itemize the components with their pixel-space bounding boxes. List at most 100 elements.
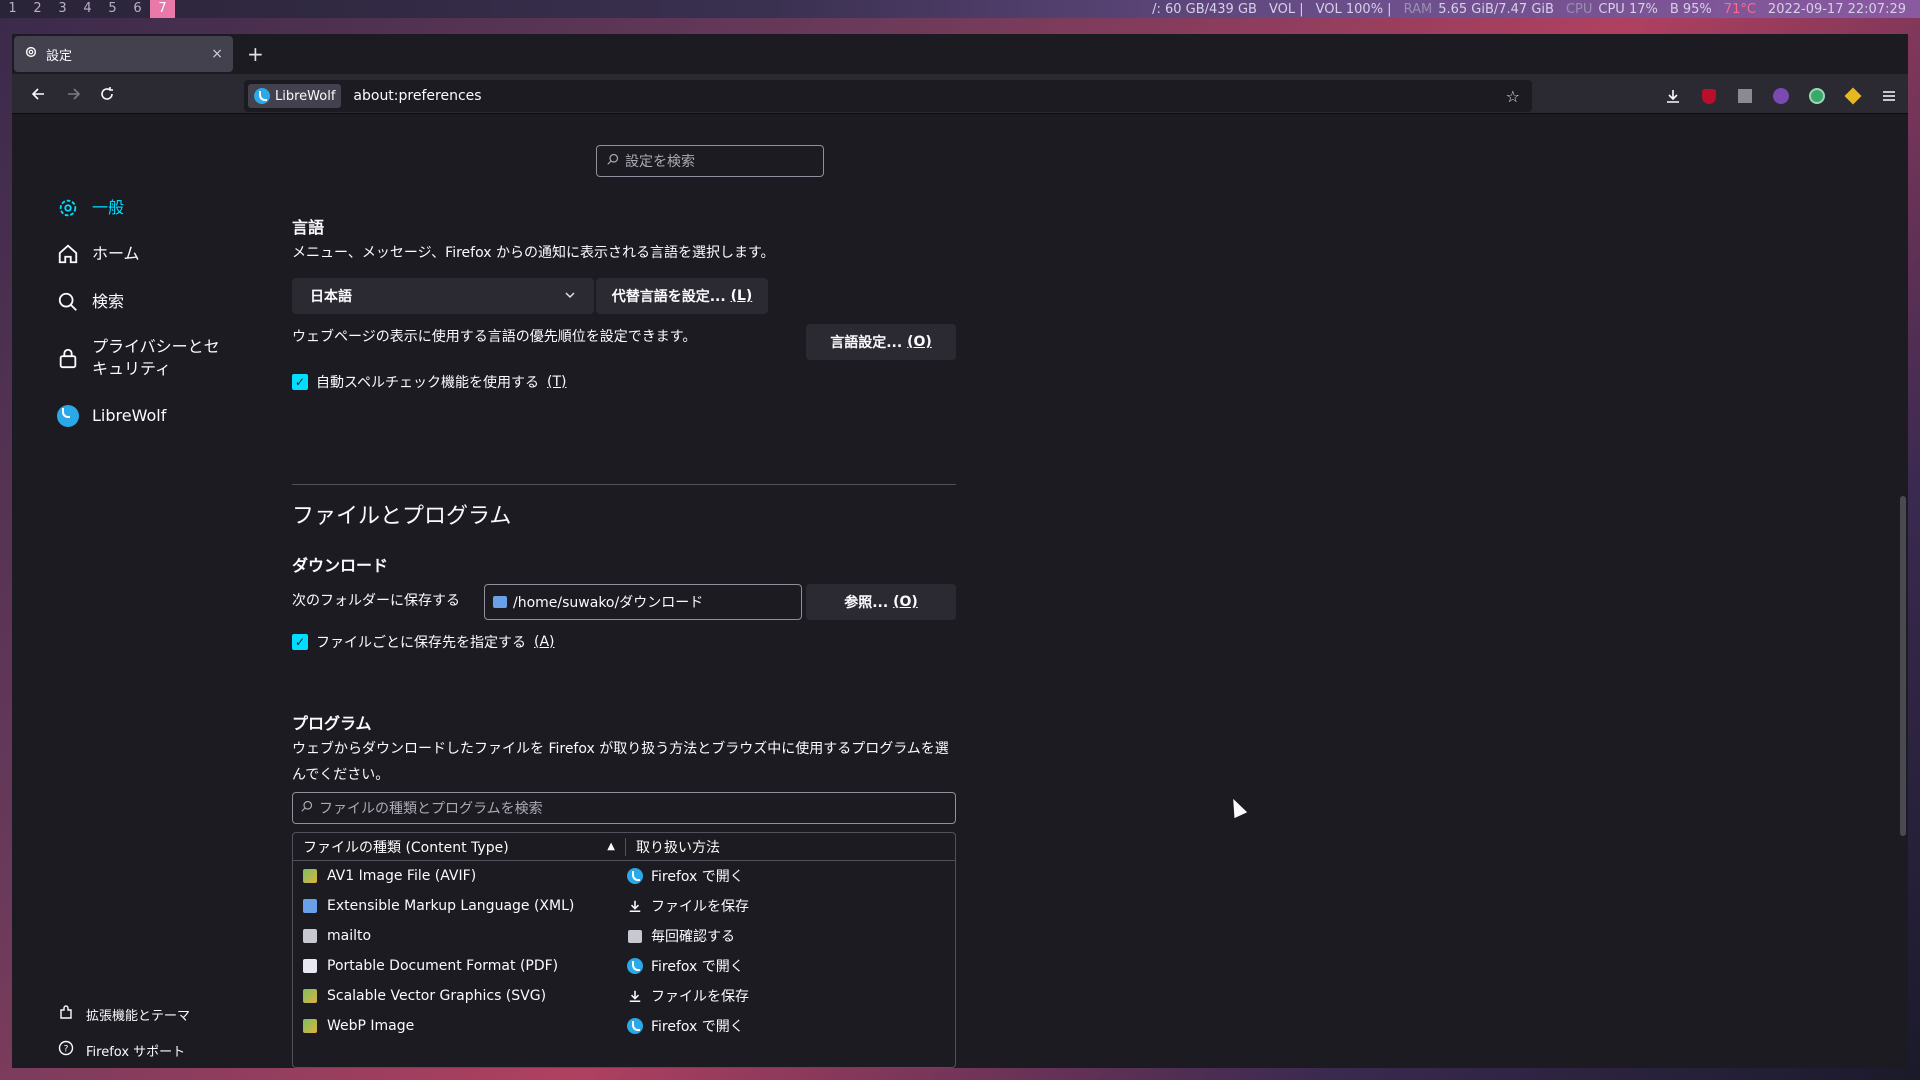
new-tab-button[interactable]: + bbox=[247, 42, 264, 66]
ram-status: 5.65 GiB/7.47 GiB bbox=[1438, 1, 1554, 17]
sidebar-item-privacy[interactable]: プライバシーとセキュリティ bbox=[56, 336, 232, 380]
tor-extension-icon[interactable] bbox=[1770, 85, 1792, 107]
tab-settings[interactable]: 設定 × bbox=[14, 36, 233, 72]
workspace-4[interactable]: 4 bbox=[75, 0, 100, 18]
ask-save-location-checkbox[interactable]: ✓ bbox=[292, 634, 308, 650]
language-selected: 日本語 bbox=[310, 289, 352, 305]
table-row[interactable]: WebP Image Firefox で開く bbox=[293, 1011, 955, 1041]
web-language-description: ウェブページの表示に使用する言語の優先順位を設定できます。 bbox=[292, 329, 697, 345]
forward-arrow-icon bbox=[68, 87, 81, 100]
browse-label: 参照... bbox=[844, 595, 889, 611]
language-settings-label: 言語設定... bbox=[830, 335, 903, 351]
sidebar-item-librewolf[interactable]: LibreWolf bbox=[56, 404, 232, 428]
back-button[interactable] bbox=[22, 78, 56, 110]
diamond-extension-icon[interactable] bbox=[1842, 85, 1864, 107]
tab-title: 設定 bbox=[46, 48, 73, 64]
disk-status: /: 60 GB/439 GB bbox=[1152, 1, 1257, 17]
handler-action[interactable]: ファイルを保存 bbox=[651, 896, 749, 916]
workspace-1[interactable]: 1 bbox=[0, 0, 25, 18]
sync-extension-icon[interactable] bbox=[1806, 85, 1828, 107]
document-file-icon bbox=[303, 899, 317, 913]
ask-save-location-accesskey: (A) bbox=[534, 634, 555, 650]
librewolf-icon bbox=[56, 404, 80, 428]
sidebar-item-general[interactable]: 一般 bbox=[56, 196, 232, 220]
folder-icon bbox=[493, 596, 507, 608]
handler-action[interactable]: Firefox で開く bbox=[651, 956, 744, 976]
ask-save-location-row[interactable]: ✓ ファイルごとに保存先を指定する (A) bbox=[292, 632, 555, 652]
back-arrow-icon bbox=[31, 87, 44, 100]
handler-action[interactable]: Firefox で開く bbox=[651, 1016, 744, 1036]
download-folder-field[interactable]: /home/suwako/ダウンロード bbox=[484, 584, 802, 620]
file-type: WebP Image bbox=[327, 1018, 415, 1034]
workspace-5[interactable]: 5 bbox=[100, 0, 125, 18]
spellcheck-checkbox[interactable]: ✓ bbox=[292, 374, 308, 390]
handler-action[interactable]: Firefox で開く bbox=[651, 866, 744, 886]
page-scrollbar[interactable] bbox=[1900, 496, 1906, 836]
bookmark-star-icon[interactable]: ☆ bbox=[1506, 87, 1520, 106]
workspace-6[interactable]: 6 bbox=[125, 0, 150, 18]
files-programs-heading: ファイルとプログラム bbox=[292, 504, 512, 529]
column-header-action[interactable]: 取り扱い方法 bbox=[626, 837, 720, 857]
table-row[interactable]: Scalable Vector Graphics (SVG) ファイルを保存 bbox=[293, 981, 955, 1011]
handler-action[interactable]: ファイルを保存 bbox=[651, 986, 749, 1006]
sidebar-item-search[interactable]: 検索 bbox=[56, 290, 232, 314]
sidebar-item-home[interactable]: ホーム bbox=[56, 242, 232, 266]
tab-bar: 設定 × + bbox=[12, 34, 1908, 74]
toolbar-extensions bbox=[1662, 80, 1900, 112]
spellcheck-label: 自動スペルチェック機能を使用する bbox=[316, 375, 540, 391]
programs-heading: プログラム bbox=[292, 714, 372, 733]
url-bar[interactable]: LibreWolf about:preferences ☆ bbox=[244, 80, 1532, 112]
browse-button[interactable]: 参照... (O) bbox=[806, 584, 956, 620]
filter-placeholder: ファイルの種類とプログラムを検索 bbox=[319, 801, 543, 817]
extensions-themes-link[interactable]: 拡張機能とテーマ bbox=[58, 1004, 190, 1024]
workspace-7[interactable]: 7 bbox=[150, 0, 175, 18]
extension-grid-icon[interactable] bbox=[1734, 85, 1756, 107]
search-preferences-input[interactable]: 設定を検索 bbox=[596, 145, 824, 177]
language-settings-accesskey: (O) bbox=[907, 334, 932, 350]
close-tab-icon[interactable]: × bbox=[211, 46, 223, 62]
system-status-bar: 1 2 3 4 5 6 7 /: 60 GB/439 GB VOL | VOL … bbox=[0, 0, 1920, 18]
gear-icon bbox=[24, 45, 38, 63]
reload-button[interactable] bbox=[90, 78, 124, 110]
lock-icon bbox=[56, 346, 80, 370]
column-action-label: 取り扱い方法 bbox=[636, 839, 720, 856]
table-row[interactable]: Portable Document Format (PDF) Firefox で… bbox=[293, 951, 955, 981]
workspace-3[interactable]: 3 bbox=[50, 0, 75, 18]
workspace-2[interactable]: 2 bbox=[25, 0, 50, 18]
search-icon bbox=[56, 290, 80, 314]
download-folder-path: /home/suwako/ダウンロード bbox=[513, 595, 704, 611]
downloads-icon[interactable] bbox=[1662, 85, 1684, 107]
image-file-icon bbox=[303, 1019, 317, 1033]
help-icon: ? bbox=[58, 1040, 74, 1060]
handlers-table: ファイルの種類 (Content Type) ▲ 取り扱い方法 AV1 Imag… bbox=[292, 832, 956, 1068]
language-settings-button[interactable]: 言語設定... (O) bbox=[806, 324, 956, 360]
language-select[interactable]: 日本語 bbox=[292, 278, 594, 314]
spellcheck-checkbox-row[interactable]: ✓ 自動スペルチェック機能を使用する (T) bbox=[292, 372, 567, 392]
column-header-type[interactable]: ファイルの種類 (Content Type) ▲ bbox=[293, 837, 626, 856]
menu-hamburger-icon[interactable] bbox=[1878, 85, 1900, 107]
image-file-icon bbox=[303, 989, 317, 1003]
browse-accesskey: (O) bbox=[893, 594, 918, 610]
file-type: AV1 Image File (AVIF) bbox=[327, 868, 477, 884]
mouse-cursor-icon bbox=[1226, 795, 1248, 819]
save-to-label: 次のフォルダーに保存する bbox=[292, 593, 460, 609]
filter-file-types-input[interactable]: ファイルの種類とプログラムを検索 bbox=[292, 792, 956, 824]
site-identity-button[interactable]: LibreWolf bbox=[248, 84, 342, 108]
table-row[interactable]: mailto 毎回確認する bbox=[293, 921, 955, 951]
cpu-label: CPU bbox=[1565, 1, 1593, 17]
language-description: メニュー、メッセージ、Firefox からの通知に表示される言語を選択します。 bbox=[292, 245, 775, 261]
forward-button[interactable] bbox=[56, 78, 90, 110]
categories-sidebar: 一般 ホーム 検索 プライバシーとセキュリティ LibreWolf 拡張機能とテ… bbox=[12, 116, 252, 1068]
ublock-icon[interactable] bbox=[1698, 85, 1720, 107]
table-row[interactable]: Extensible Markup Language (XML) ファイルを保存 bbox=[293, 891, 955, 921]
volume-status: VOL | bbox=[1268, 1, 1304, 17]
handler-action[interactable]: 毎回確認する bbox=[651, 926, 735, 946]
home-icon bbox=[56, 242, 80, 266]
firefox-support-link[interactable]: ? Firefox サポート bbox=[58, 1040, 185, 1060]
alternative-languages-button[interactable]: 代替言語を設定... (L) bbox=[596, 278, 768, 314]
url-text[interactable]: about:preferences bbox=[353, 88, 481, 104]
table-header: ファイルの種類 (Content Type) ▲ 取り扱い方法 bbox=[293, 833, 955, 861]
table-row[interactable]: AV1 Image File (AVIF) Firefox で開く bbox=[293, 861, 955, 891]
svg-text:?: ? bbox=[64, 1045, 69, 1055]
identity-label: LibreWolf bbox=[275, 88, 336, 104]
